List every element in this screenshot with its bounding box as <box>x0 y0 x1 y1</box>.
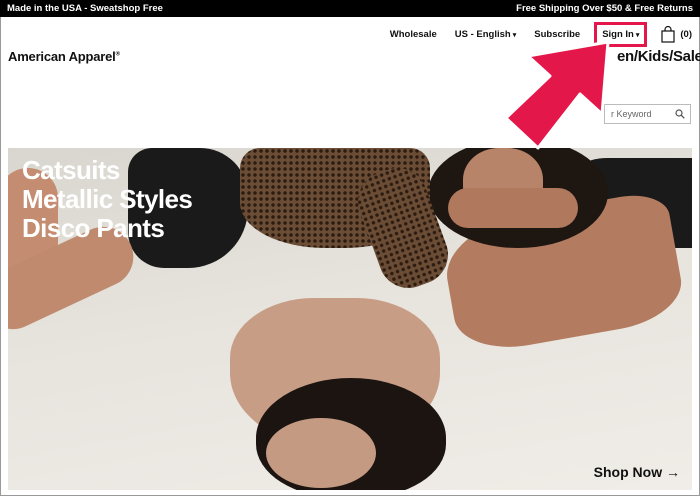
shopping-bag-icon <box>661 26 675 43</box>
arrow-right-icon: → <box>662 464 680 480</box>
main-nav-links[interactable]: en/Kids/Sale <box>617 48 700 65</box>
shop-now-link[interactable]: Shop Now → <box>594 464 680 480</box>
caret-down-icon: ▾ <box>635 32 640 39</box>
bag-count: (0) <box>680 29 692 40</box>
hero-photo-shape <box>448 188 578 228</box>
registered-mark: ® <box>115 51 120 58</box>
promo-bar: Made in the USA - Sweatshop Free Free Sh… <box>0 0 700 17</box>
shopping-bag-button[interactable]: (0) <box>661 26 692 43</box>
shop-now-label: Shop Now <box>593 464 663 480</box>
brand-logo[interactable]: American Apparel® <box>8 49 120 64</box>
hero-headline-disco[interactable]: Disco Pants <box>22 214 192 243</box>
hero-headline-metallic[interactable]: Metallic Styles <box>22 185 193 214</box>
promo-right-text: Free Shipping Over $50 & Free Returns <box>516 3 693 14</box>
promo-left-text: Made in the USA - Sweatshop Free <box>7 3 163 14</box>
hero-photo-shape <box>266 418 376 488</box>
callout-arrow-icon <box>504 40 610 150</box>
hero-banner[interactable]: Catsuits Metallic Styles Disco Pants Sho… <box>8 148 692 490</box>
search-icon[interactable] <box>675 109 685 119</box>
hero-headline-catsuits[interactable]: Catsuits <box>22 156 192 185</box>
wholesale-link[interactable]: Wholesale <box>390 29 437 40</box>
brand-logo-text: American Apparel <box>8 49 116 64</box>
hero-headlines: Catsuits Metallic Styles Disco Pants <box>22 156 193 243</box>
